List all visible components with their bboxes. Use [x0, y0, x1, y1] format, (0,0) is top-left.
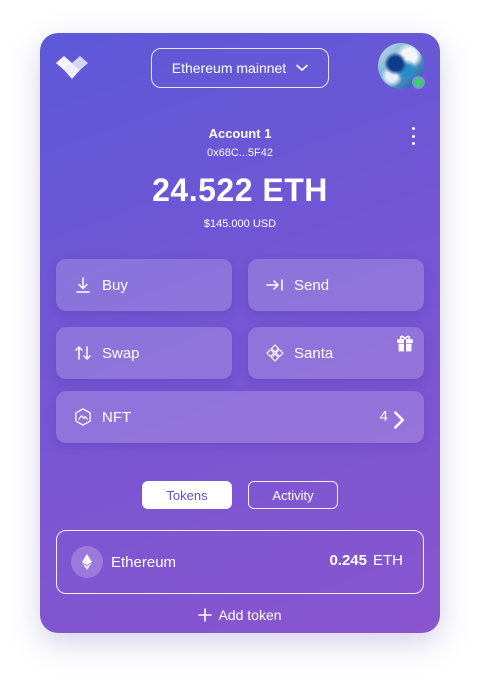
token-row-ethereum[interactable]: Ethereum 0.245 ETH [56, 530, 424, 594]
buy-label: Buy [102, 276, 128, 294]
tab-tokens[interactable]: Tokens [142, 481, 232, 509]
account-name: Account 1 [208, 126, 272, 141]
santa-label: Santa [294, 344, 334, 362]
nft-button[interactable]: NFT 4 [56, 391, 424, 443]
santa-button[interactable]: Santa [248, 327, 424, 379]
gift-icon [397, 335, 413, 352]
swap-arrows-icon [75, 346, 91, 360]
chevron-down-icon [296, 64, 309, 72]
send-button[interactable]: Send [248, 259, 424, 311]
ethereum-icon [71, 546, 103, 578]
santa-diamond-icon [266, 344, 284, 362]
network-label: Ethereum mainnet [171, 60, 287, 76]
download-arrow-icon [76, 277, 90, 293]
nft-label: NFT [102, 408, 132, 426]
plus-icon [198, 608, 213, 622]
kebab-menu-icon[interactable] [406, 127, 420, 145]
nft-count: 4 [379, 408, 388, 425]
wallet-card: Ethereum mainnet Account 1 0x68C...5F42 … [40, 33, 440, 633]
network-selector[interactable]: Ethereum mainnet [151, 48, 329, 88]
swap-label: Swap [102, 344, 140, 362]
send-label: Send [294, 276, 330, 294]
add-token-label: Add token [218, 607, 282, 623]
swap-button[interactable]: Swap [56, 327, 232, 379]
wallet-logo-icon [56, 56, 88, 79]
chevron-right-icon [394, 411, 405, 429]
buy-button[interactable]: Buy [56, 259, 232, 311]
token-name: Ethereum [111, 553, 177, 571]
token-amount: 0.245 ETH [329, 552, 403, 569]
online-status-dot [412, 76, 425, 89]
nft-icon [75, 408, 91, 426]
account-address[interactable]: 0x68C...5F42 [40, 147, 440, 159]
usd-balance: $145.000 USD [203, 218, 277, 230]
send-arrow-icon [266, 279, 283, 291]
add-token-button[interactable]: Add token [40, 607, 440, 623]
tab-activity[interactable]: Activity [248, 481, 338, 509]
eth-balance: 24.522 ETH [152, 172, 328, 208]
